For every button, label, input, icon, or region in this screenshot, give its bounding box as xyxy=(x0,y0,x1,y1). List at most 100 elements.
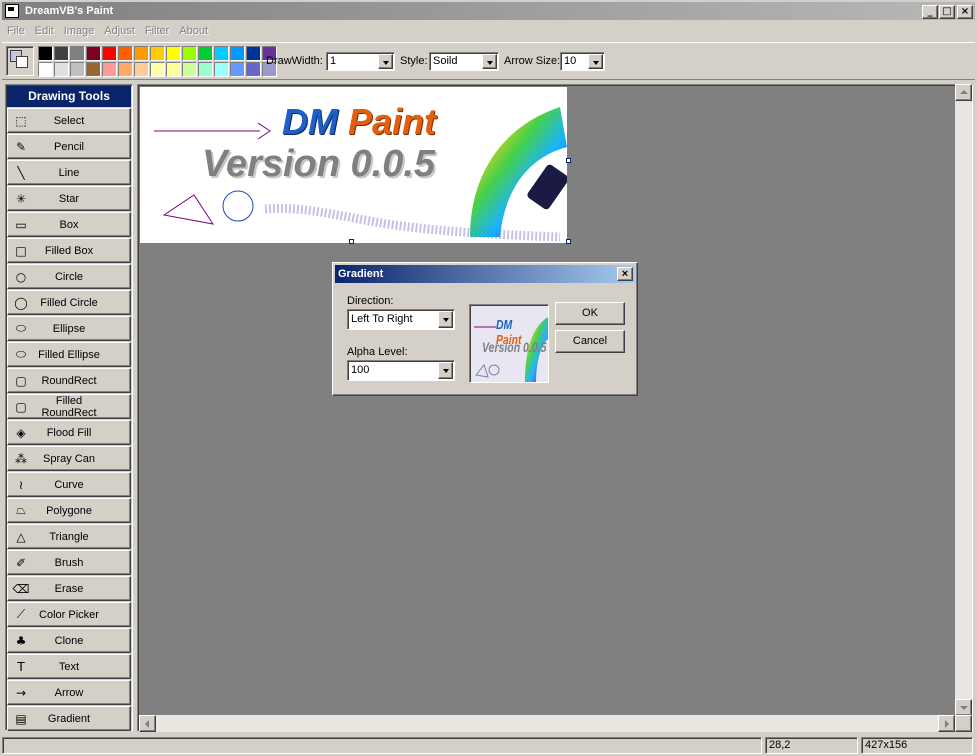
cancel-button[interactable]: Cancel xyxy=(555,330,625,353)
minimize-button[interactable]: _ xyxy=(922,5,938,19)
tool-label: Gradient xyxy=(47,712,91,725)
tool-erase[interactable]: ⌫ Erase xyxy=(7,576,131,601)
menu-image[interactable]: Image xyxy=(59,25,100,37)
chevron-down-icon[interactable] xyxy=(438,362,453,379)
tool-curve[interactable]: ≀ Curve xyxy=(7,472,131,497)
triangle-icon: △ xyxy=(16,529,26,544)
tool-filled-roundrect[interactable]: ▢ Filled RoundRect xyxy=(7,394,131,419)
tool-text[interactable]: T Text xyxy=(7,654,131,679)
color-swatch[interactable] xyxy=(214,62,229,77)
color-swatch[interactable] xyxy=(70,62,85,77)
menu-file[interactable]: File xyxy=(2,25,30,37)
tool-polygone[interactable]: ⏢ Polygone xyxy=(7,498,131,523)
color-swatch[interactable] xyxy=(38,62,53,77)
color-swatch[interactable] xyxy=(198,46,213,61)
direction-select[interactable]: Left To Right xyxy=(347,309,455,330)
scroll-down-button[interactable] xyxy=(955,699,972,716)
maximize-button[interactable]: □ xyxy=(939,5,955,19)
color-swatch[interactable] xyxy=(102,46,117,61)
scroll-corner xyxy=(955,715,972,732)
color-swatch[interactable] xyxy=(86,62,101,77)
current-colors-icon[interactable] xyxy=(6,46,34,76)
title-bar[interactable]: DreamVB's Paint _ □ × xyxy=(2,2,975,20)
tool-ellipse[interactable]: ⬭ Ellipse xyxy=(7,316,131,341)
color-swatch[interactable] xyxy=(182,62,197,77)
image-canvas[interactable]: DM Paint Version 0.0.5 xyxy=(140,87,567,243)
color-swatch[interactable] xyxy=(182,46,197,61)
scroll-up-button[interactable] xyxy=(955,84,972,101)
menu-about[interactable]: About xyxy=(174,25,213,37)
color-swatch[interactable] xyxy=(166,62,181,77)
close-button[interactable]: × xyxy=(957,5,973,19)
color-swatch[interactable] xyxy=(214,46,229,61)
color-swatch[interactable] xyxy=(118,46,133,61)
color-swatch[interactable] xyxy=(134,62,149,77)
drawwidth-select[interactable]: 1 xyxy=(326,52,395,71)
color-swatch[interactable] xyxy=(246,62,261,77)
menu-edit[interactable]: Edit xyxy=(30,25,59,37)
chevron-down-icon[interactable] xyxy=(438,311,453,328)
tool-roundrect[interactable]: ▢ RoundRect xyxy=(7,368,131,393)
color-swatch[interactable] xyxy=(38,46,53,61)
tool-gradient[interactable]: ▤ Gradient xyxy=(7,706,131,731)
window-title: DreamVB's Paint xyxy=(25,5,114,17)
color-swatch[interactable] xyxy=(166,46,181,61)
resize-handle[interactable] xyxy=(349,239,354,244)
color-swatch[interactable] xyxy=(102,62,117,77)
tool-star[interactable]: ✳ Star xyxy=(7,186,131,211)
color-swatch[interactable] xyxy=(230,62,245,77)
color-swatch[interactable] xyxy=(70,46,85,61)
dialog-title-bar[interactable]: Gradient × xyxy=(335,265,635,283)
color-swatch[interactable] xyxy=(198,62,213,77)
horizontal-scrollbar[interactable] xyxy=(139,715,955,732)
color-picker-icon: ⟋ xyxy=(16,607,26,621)
chevron-down-icon[interactable] xyxy=(378,54,393,69)
resize-handle[interactable] xyxy=(566,158,571,163)
tool-arrow[interactable]: → Arrow xyxy=(7,680,131,705)
drawn-circle xyxy=(222,190,254,222)
tool-select[interactable]: ⬚ Select xyxy=(7,108,131,133)
tool-box[interactable]: ▭ Box xyxy=(7,212,131,237)
ok-button[interactable]: OK xyxy=(555,302,625,325)
color-swatch[interactable] xyxy=(54,62,69,77)
tool-flood-fill[interactable]: ◈ Flood Fill xyxy=(7,420,131,445)
color-swatch[interactable] xyxy=(134,46,149,61)
tool-triangle[interactable]: △ Triangle xyxy=(7,524,131,549)
canvas-area[interactable]: DM Paint Version 0.0.5 xyxy=(137,84,973,732)
tool-brush[interactable]: ✐ Brush xyxy=(7,550,131,575)
tool-pencil[interactable]: ✎ Pencil xyxy=(7,134,131,159)
color-swatch[interactable] xyxy=(246,46,261,61)
resize-handle[interactable] xyxy=(566,239,571,244)
tool-spray-can[interactable]: ⁂ Spray Can xyxy=(7,446,131,471)
color-swatch[interactable] xyxy=(150,62,165,77)
tool-clone[interactable]: ♣ Clone xyxy=(7,628,131,653)
chevron-down-icon[interactable] xyxy=(482,54,497,69)
tool-filled-box[interactable]: □ Filled Box xyxy=(7,238,131,263)
color-swatch[interactable] xyxy=(150,46,165,61)
tool-filled-ellipse[interactable]: ⬭ Filled Ellipse xyxy=(7,342,131,367)
menu-filter[interactable]: Filter xyxy=(140,25,174,37)
arrow-icon: → xyxy=(15,685,27,700)
tool-label: Triangle xyxy=(49,530,89,543)
dialog-close-button[interactable]: × xyxy=(617,267,633,281)
color-swatch[interactable] xyxy=(230,46,245,61)
style-select[interactable]: Soild xyxy=(429,52,499,71)
scroll-left-button[interactable] xyxy=(139,715,156,732)
color-swatch[interactable] xyxy=(86,46,101,61)
tool-circle[interactable]: ○ Circle xyxy=(7,264,131,289)
color-swatch[interactable] xyxy=(118,62,133,77)
gradient-icon: ▤ xyxy=(15,711,27,726)
scroll-right-button[interactable] xyxy=(938,715,955,732)
tool-label: Line xyxy=(58,166,80,179)
clone-icon: ♣ xyxy=(15,633,27,648)
arrowsize-select[interactable]: 10 xyxy=(560,52,605,71)
chevron-down-icon[interactable] xyxy=(588,54,603,69)
tool-line[interactable]: ╲ Line xyxy=(7,160,131,185)
alpha-level-select[interactable]: 100 xyxy=(347,360,455,381)
tool-color-picker[interactable]: ⟋ Color Picker xyxy=(7,602,131,627)
menu-adjust[interactable]: Adjust xyxy=(99,25,140,37)
tool-filled-circle[interactable]: ◯ Filled Circle xyxy=(7,290,131,315)
color-swatch[interactable] xyxy=(54,46,69,61)
brush-handle xyxy=(527,164,567,210)
vertical-scrollbar[interactable] xyxy=(955,84,972,716)
